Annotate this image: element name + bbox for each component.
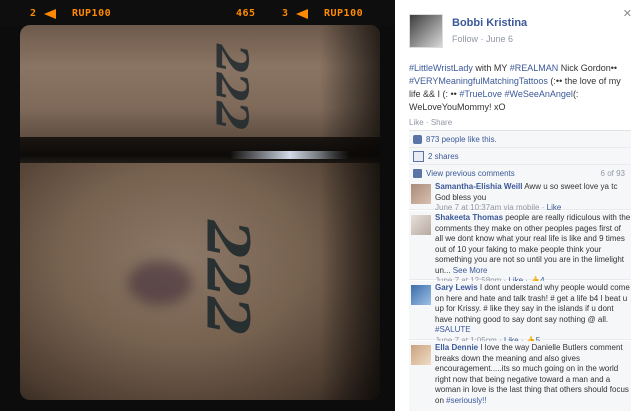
- commenter-name[interactable]: Gary Lewis: [435, 283, 478, 292]
- shares-text[interactable]: 2 shares: [428, 152, 459, 161]
- post-header: Bobbi Kristina Follow · June 6: [409, 14, 527, 48]
- likes-text[interactable]: 873 people like this.: [426, 135, 497, 144]
- comment-item: Samantha-Elishia Weill Aww u so sweet lo…: [409, 180, 631, 212]
- tattoo-upper: 222: [205, 43, 257, 130]
- tattoo-photo[interactable]: 222 222: [20, 25, 380, 400]
- commenter-avatar[interactable]: [411, 184, 431, 204]
- caption-hashtag[interactable]: #WeSeeAnAngel: [505, 89, 573, 99]
- post-panel: ✕ Bobbi Kristina Follow · June 6 #Little…: [395, 0, 640, 411]
- share-icon: [413, 150, 424, 162]
- follow-link[interactable]: Follow: [452, 34, 478, 44]
- likes-row[interactable]: 873 people like this.: [409, 131, 631, 148]
- commenter-avatar[interactable]: [411, 345, 431, 365]
- photo-vignette: [320, 25, 380, 400]
- caption-hashtag[interactable]: #REALMAN: [510, 63, 559, 73]
- caption-text: Nick Gordon••: [558, 63, 618, 73]
- post-caption: #LittleWristLady with MY #REALMAN Nick G…: [409, 62, 631, 114]
- post-stats: 873 people like this. 2 shares View prev…: [409, 130, 631, 182]
- film-strip-bar: 2 RUP100 465 3 RUP100: [0, 0, 395, 26]
- comment-icon: [413, 168, 422, 178]
- caption-hashtag[interactable]: #TrueLove: [459, 89, 502, 99]
- see-more-link[interactable]: See More: [453, 266, 488, 275]
- film-frame-number: 2: [30, 8, 37, 19]
- post-actions: Like · Share: [409, 118, 452, 127]
- film-number: 465: [236, 8, 256, 19]
- commenter-avatar[interactable]: [411, 215, 431, 235]
- caption-hashtag[interactable]: #VERYMeaningfulMatchingTattoos: [409, 76, 548, 86]
- comment-item: Gary Lewis I dont understand why people …: [409, 281, 631, 345]
- comment-item: Shakeeta Thomas people are really ridicu…: [409, 211, 631, 285]
- view-previous-link[interactable]: View previous comments: [426, 169, 515, 178]
- author-name[interactable]: Bobbi Kristina: [452, 17, 527, 29]
- commenter-avatar[interactable]: [411, 285, 431, 305]
- commenter-name[interactable]: Samantha-Elishia Weill: [435, 182, 522, 191]
- comment-hashtag[interactable]: #SALUTE: [435, 325, 471, 334]
- author-avatar[interactable]: [409, 14, 443, 48]
- film-frame-number: 3: [282, 8, 289, 19]
- film-code: RUP100: [324, 8, 364, 19]
- film-arrow-icon: [44, 9, 56, 19]
- caption-text: with MY: [472, 63, 510, 73]
- photo-viewer: 2 RUP100 465 3 RUP100 222 222: [0, 0, 395, 411]
- comment-item: Ella Dennie I love the way Danielle Butl…: [409, 341, 631, 411]
- commenter-name[interactable]: Ella Dennie: [435, 343, 478, 352]
- shares-row[interactable]: 2 shares: [409, 148, 631, 165]
- thumbs-up-icon: [413, 134, 422, 144]
- film-arrow-icon: [296, 9, 308, 19]
- skin-bruise: [128, 261, 192, 305]
- comments-count: 6 of 93: [600, 168, 625, 178]
- post-date[interactable]: June 6: [486, 34, 513, 44]
- film-code: RUP100: [72, 8, 112, 19]
- close-icon[interactable]: ✕: [623, 7, 632, 20]
- like-button[interactable]: Like: [409, 118, 424, 127]
- commenter-name[interactable]: Shakeeta Thomas: [435, 213, 503, 222]
- caption-hashtag[interactable]: #LittleWristLady: [409, 63, 473, 73]
- share-button[interactable]: Share: [431, 118, 452, 127]
- post-meta: Follow · June 6: [452, 34, 527, 44]
- tattoo-lower: 222: [193, 219, 262, 335]
- comment-hashtag[interactable]: #seriously!!: [446, 396, 486, 405]
